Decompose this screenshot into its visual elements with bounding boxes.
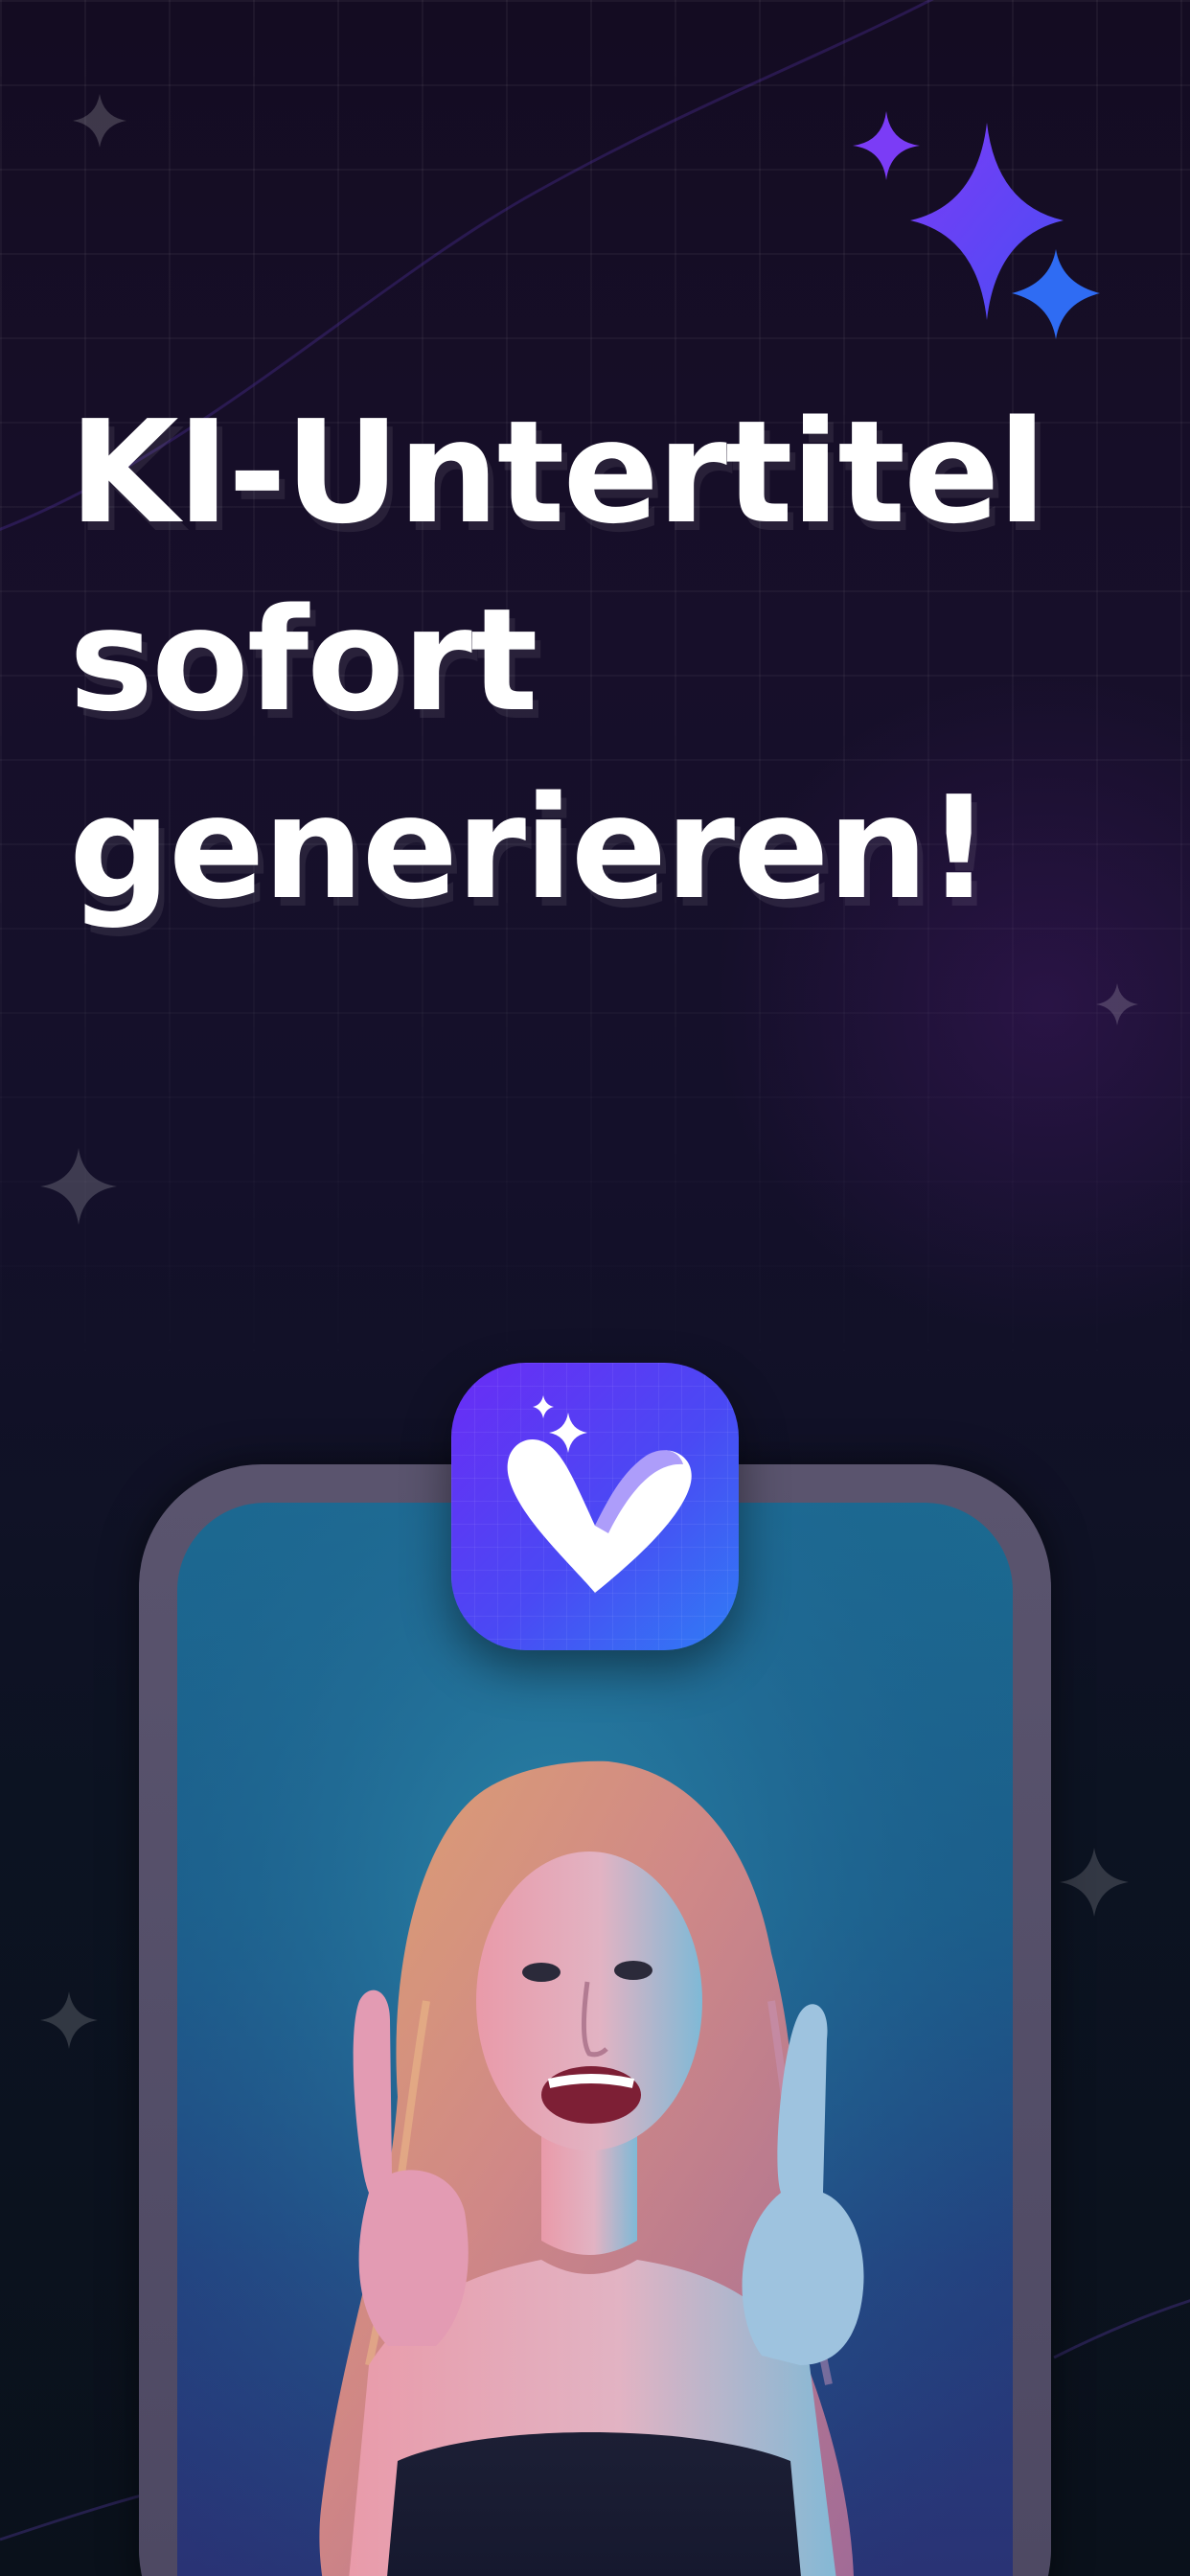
headline-line-3: generieren! <box>69 766 991 931</box>
heart-v-sparkle-icon <box>507 1395 692 1593</box>
background-star-icon <box>1060 1848 1129 1917</box>
app-store-screenshot: KI-Untertitel sofort generieren! <box>0 0 1190 2576</box>
app-icon <box>451 1363 739 1650</box>
background-star-icon <box>40 1148 117 1225</box>
sparkle-icon <box>853 111 1100 339</box>
background-star-icon <box>1096 983 1138 1025</box>
headline: KI-Untertitel sofort generieren! <box>69 379 1142 942</box>
background-star-icon <box>40 1991 98 2049</box>
headline-line-1: KI-Untertitel <box>69 390 1046 555</box>
background-star-icon <box>73 94 126 148</box>
woman-pointing-up-photo <box>177 1503 1013 2576</box>
phone-screen <box>177 1503 1013 2576</box>
headline-line-2: sofort <box>69 578 538 743</box>
